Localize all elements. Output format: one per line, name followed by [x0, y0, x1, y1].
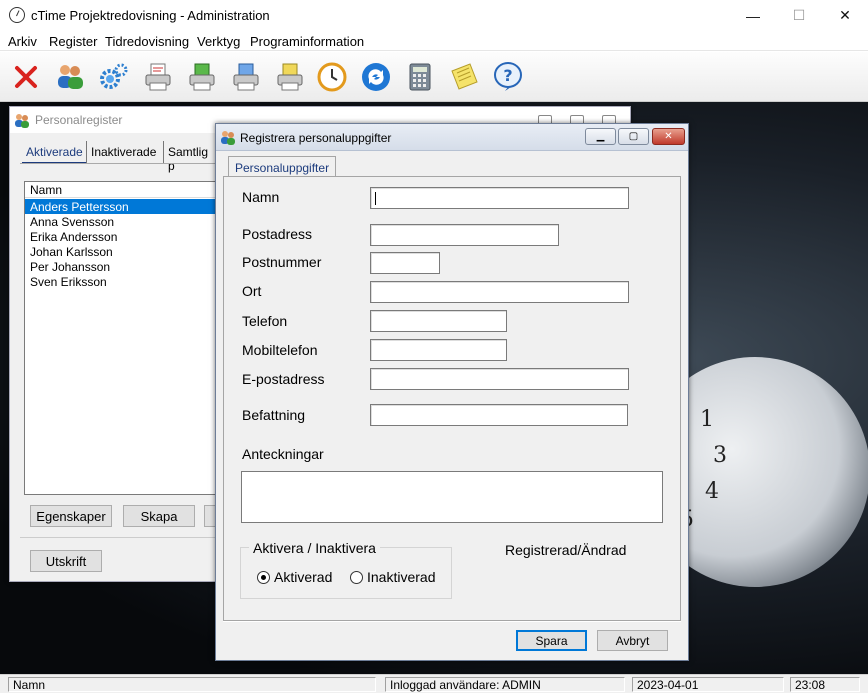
status-field: Namn: [8, 677, 376, 692]
printer-green-icon[interactable]: [186, 61, 218, 93]
radio-inaktiverad[interactable]: Inaktiverad: [350, 569, 435, 585]
divider: [223, 621, 681, 622]
label-mobiltelefon: Mobiltelefon: [242, 342, 318, 358]
anteckningar-textarea[interactable]: [241, 471, 663, 523]
label-e-postadress: E-postadress: [242, 371, 325, 387]
status-bar: Namn Inloggad användare: ADMIN 2023-04-0…: [0, 674, 868, 693]
list-item[interactable]: Erika Andersson: [25, 229, 224, 244]
label-postadress: Postadress: [242, 226, 313, 242]
tab-strip: Aktiverade Inaktiverade Samtlig p: [22, 141, 222, 173]
calculator-icon[interactable]: [404, 61, 436, 93]
users-icon: [221, 131, 235, 145]
close-button[interactable]: ✕: [652, 128, 685, 145]
utskrift-button[interactable]: Utskrift: [30, 550, 102, 572]
notepad-icon[interactable]: [448, 61, 480, 93]
radio-aktiverad[interactable]: Aktiverad: [257, 569, 332, 585]
postnummer-input[interactable]: [370, 252, 440, 274]
list-item[interactable]: Anna Svensson: [25, 214, 224, 229]
divider: [20, 537, 226, 538]
list-item[interactable]: Per Johansson: [25, 259, 224, 274]
clock-icon[interactable]: [316, 61, 348, 93]
users-icon[interactable]: [54, 61, 86, 93]
text-cursor: [375, 192, 376, 205]
egenskaper-button[interactable]: Egenskaper: [30, 505, 112, 527]
postadress-input[interactable]: [370, 224, 559, 246]
dialog-title: Registrera personaluppgifter: [240, 131, 392, 145]
tab-samtliga[interactable]: Samtlig p: [163, 141, 222, 173]
skapa-button[interactable]: Skapa: [123, 505, 195, 527]
registrera-dialog: Registrera personaluppgifter ▁ ▢ ✕ Perso…: [215, 123, 689, 661]
label-befattning: Befattning: [242, 407, 306, 423]
menu-programinformation[interactable]: Programinformation: [250, 34, 364, 49]
gears-icon[interactable]: [98, 61, 130, 93]
menu-verktyg[interactable]: Verktyg: [197, 34, 240, 49]
close-button[interactable]: ✕: [822, 0, 868, 31]
list-item[interactable]: Anders Pettersson: [25, 199, 224, 214]
maximize-button[interactable]: ☐: [776, 0, 822, 31]
clock-app-icon: [9, 7, 25, 23]
menu-bar: Arkiv Register Tidredovisning Verktyg Pr…: [0, 31, 868, 51]
label-ort: Ort: [242, 283, 262, 299]
status-user: Inloggad användare: ADMIN: [385, 677, 625, 692]
status-time: 23:08: [790, 677, 860, 692]
svg-text:?: ?: [503, 66, 512, 85]
list-item[interactable]: Sven Eriksson: [25, 274, 224, 289]
radio-checked-icon: [257, 570, 270, 584]
spara-button[interactable]: Spara: [516, 630, 587, 651]
label-postnummer: Postnummer: [242, 254, 322, 270]
ort-input[interactable]: [370, 281, 629, 303]
personnel-list[interactable]: Namn Anders Pettersson Anna Svensson Eri…: [24, 181, 225, 495]
minimize-button[interactable]: ▁: [585, 128, 616, 145]
activation-legend: Aktivera / Inaktivera: [249, 540, 380, 556]
sync-icon[interactable]: [360, 61, 392, 93]
title-bar: cTime Projektredovisning - Administratio…: [0, 0, 868, 31]
mobiltelefon-input[interactable]: [370, 339, 507, 361]
e-postadress-input[interactable]: [370, 368, 629, 390]
tab-personaluppgifter[interactable]: Personaluppgifter: [228, 156, 337, 177]
users-icon: [15, 114, 29, 128]
printer-report-icon[interactable]: [142, 61, 174, 93]
toolbar: ?: [0, 52, 868, 102]
close-icon[interactable]: [10, 61, 42, 93]
minimize-button[interactable]: —: [730, 0, 776, 31]
personalregister-title: Personalregister: [35, 113, 123, 127]
menu-register[interactable]: Register: [49, 34, 97, 49]
help-icon[interactable]: ?: [492, 61, 524, 93]
avbryt-button[interactable]: Avbryt: [597, 630, 668, 651]
printer-yellow-icon[interactable]: [274, 61, 306, 93]
activation-group: Aktivera / Inaktivera Aktiverad Inaktive…: [240, 540, 452, 599]
dialog-title-bar: Registrera personaluppgifter ▁ ▢ ✕: [216, 124, 688, 151]
app-title: cTime Projektredovisning - Administratio…: [31, 8, 270, 23]
status-date: 2023-04-01: [632, 677, 784, 692]
tab-inaktiverade[interactable]: Inaktiverade: [86, 141, 160, 163]
menu-tidredovisning[interactable]: Tidredovisning: [105, 34, 189, 49]
list-item[interactable]: Johan Karlsson: [25, 244, 224, 259]
registrerad-label: Registrerad/Ändrad: [505, 542, 627, 558]
maximize-button[interactable]: ▢: [618, 128, 649, 145]
label-anteckningar: Anteckningar: [242, 446, 324, 462]
printer-blue-icon[interactable]: [230, 61, 262, 93]
telefon-input[interactable]: [370, 310, 507, 332]
radio-unchecked-icon: [350, 570, 363, 584]
tab-aktiverade[interactable]: Aktiverade: [22, 141, 87, 163]
list-header-namn[interactable]: Namn: [25, 182, 225, 198]
label-telefon: Telefon: [242, 313, 288, 329]
namn-input[interactable]: [370, 187, 629, 209]
befattning-input[interactable]: [370, 404, 628, 426]
label-namn: Namn: [242, 189, 280, 205]
menu-arkiv[interactable]: Arkiv: [8, 34, 37, 49]
